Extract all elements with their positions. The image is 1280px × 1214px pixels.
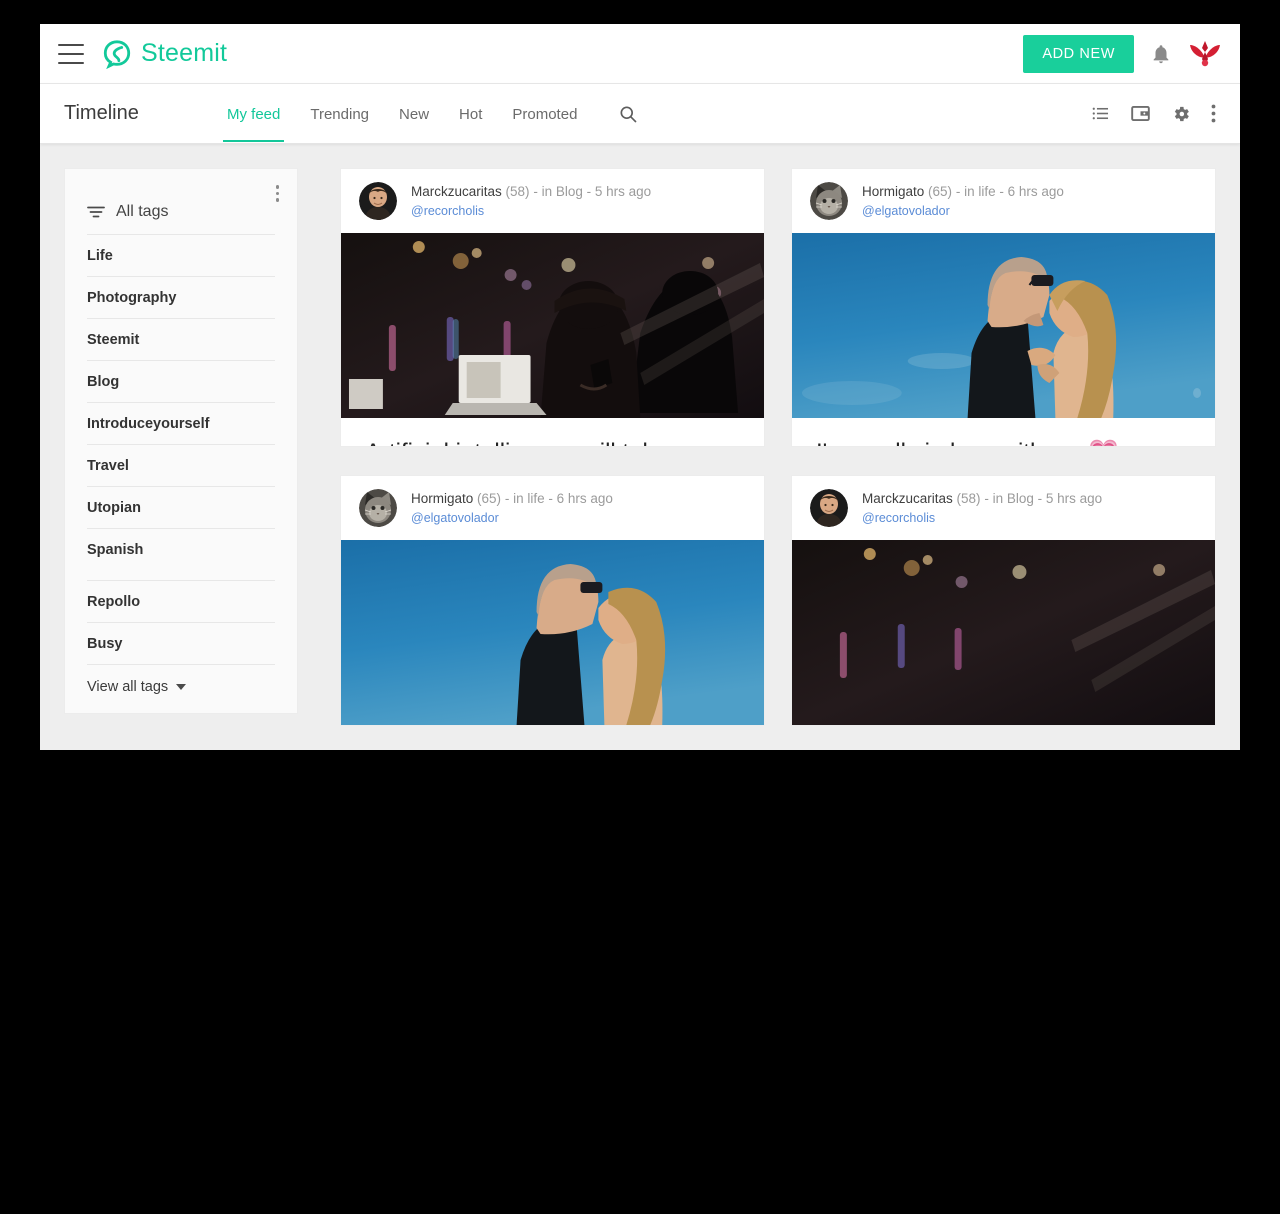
add-new-button[interactable]: ADD NEW xyxy=(1023,34,1134,73)
post-meta: Hormigato (65) - in life - 6 hrs ago xyxy=(862,182,1064,202)
post-author-name[interactable]: Hormigato xyxy=(862,184,924,199)
post-author-name[interactable]: Marckzucaritas xyxy=(862,491,953,506)
filter-list-icon xyxy=(87,206,105,218)
sidebar-tag-repollo[interactable]: Repollo xyxy=(87,580,275,622)
nav-bar: Timeline My feed Trending New Hot Promot… xyxy=(40,84,1240,144)
steemit-app-window: Steemit ADD NEW Timeline My feed Trendin… xyxy=(40,24,1240,750)
tag-list: Life Photography Steemit Blog Introducey… xyxy=(65,234,297,664)
brand-name: Steemit xyxy=(141,39,228,67)
cat-avatar-icon[interactable] xyxy=(359,489,397,527)
post-author-reputation: (65) xyxy=(477,491,502,507)
cat-avatar-icon[interactable] xyxy=(810,182,848,220)
post-author-handle[interactable]: @recorcholis xyxy=(411,202,651,220)
night-city-laptop-photo[interactable] xyxy=(341,233,764,418)
nav-bar-tools xyxy=(1091,103,1216,124)
search-icon[interactable] xyxy=(618,104,638,124)
post-meta: Marckzucaritas (58) - in Blog - 5 hrs ag… xyxy=(411,182,651,202)
more-vertical-icon[interactable] xyxy=(1211,104,1216,123)
post-author-reputation: (58) xyxy=(505,184,530,200)
post-author-reputation: (58) xyxy=(956,491,981,507)
main-content: All tags Life Photography Steemit Blog I… xyxy=(40,144,1240,750)
settings-gear-icon[interactable] xyxy=(1171,104,1191,124)
sidebar-tag-blog[interactable]: Blog xyxy=(87,360,275,402)
steemit-logo-icon xyxy=(103,39,131,69)
post-author-name[interactable]: Marckzucaritas xyxy=(411,184,502,199)
post-context: - in life - 6 hrs ago xyxy=(504,491,613,507)
all-tags-header: All tags xyxy=(65,169,297,234)
sidebar-tag-busy[interactable]: Busy xyxy=(87,622,275,664)
view-all-tags-label: View all tags xyxy=(87,679,169,695)
sidebar-tag-photography[interactable]: Photography xyxy=(87,276,275,318)
post-title[interactable]: Artificial intelligence will take away y… xyxy=(365,438,740,446)
post-body: Artificial intelligence will take away y… xyxy=(341,418,764,446)
post-card[interactable]: Marckzucaritas (58) - in Blog - 5 hrs ag… xyxy=(791,475,1216,726)
post-meta: Marckzucaritas (58) - in Blog - 5 hrs ag… xyxy=(862,489,1102,509)
post-body: I'm madly in love with you💗 I like you v… xyxy=(792,418,1215,446)
post-header: Hormigato (65) - in life - 6 hrs ago @el… xyxy=(792,169,1215,233)
chevron-down-icon xyxy=(176,684,187,690)
couple-blue-sky-photo[interactable] xyxy=(341,540,764,725)
post-feed: Marckzucaritas (58) - in Blog - 5 hrs ag… xyxy=(340,168,1216,726)
view-all-tags-button[interactable]: View all tags xyxy=(87,664,275,695)
wallet-card-icon[interactable] xyxy=(1130,103,1151,124)
tab-hot[interactable]: Hot xyxy=(444,86,497,142)
man-avatar-icon[interactable] xyxy=(810,489,848,527)
sidebar-tag-spanish[interactable]: Spanish xyxy=(87,528,275,570)
post-card[interactable]: Hormigato (65) - in life - 6 hrs ago @el… xyxy=(791,168,1216,447)
list-view-icon[interactable] xyxy=(1091,104,1110,123)
user-avatar-icon[interactable] xyxy=(1188,39,1222,69)
post-author-handle[interactable]: @elgatovolador xyxy=(862,202,1064,220)
post-card[interactable]: Hormigato (65) - in life - 6 hrs ago @el… xyxy=(340,475,765,726)
tab-my-feed[interactable]: My feed xyxy=(212,86,295,142)
notification-bell-icon[interactable] xyxy=(1150,43,1172,65)
post-author-name[interactable]: Hormigato xyxy=(411,491,473,506)
post-context: - in life - 6 hrs ago xyxy=(955,184,1064,200)
brand[interactable]: Steemit xyxy=(102,39,227,69)
post-author-handle[interactable]: @elgatovolador xyxy=(411,509,613,527)
page-title: Timeline xyxy=(64,102,139,124)
tab-new[interactable]: New xyxy=(384,86,444,142)
sidebar-tag-life[interactable]: Life xyxy=(87,234,275,276)
sidebar-more-vertical-icon[interactable] xyxy=(272,181,284,206)
post-context: - in Blog - 5 hrs ago xyxy=(533,184,652,200)
post-card[interactable]: Marckzucaritas (58) - in Blog - 5 hrs ag… xyxy=(340,168,765,447)
post-meta: Hormigato (65) - in life - 6 hrs ago xyxy=(411,489,613,509)
post-context: - in Blog - 5 hrs ago xyxy=(984,491,1103,507)
post-author-block: Hormigato (65) - in life - 6 hrs ago @el… xyxy=(411,489,613,527)
all-tags-label: All tags xyxy=(116,203,169,220)
post-header: Marckzucaritas (58) - in Blog - 5 hrs ag… xyxy=(792,476,1215,540)
post-author-reputation: (65) xyxy=(928,184,953,200)
post-header: Marckzucaritas (58) - in Blog - 5 hrs ag… xyxy=(341,169,764,233)
feed-tabs: My feed Trending New Hot Promoted xyxy=(212,86,592,142)
sidebar-tag-utopian[interactable]: Utopian xyxy=(87,486,275,528)
sidebar-tag-steemit[interactable]: Steemit xyxy=(87,318,275,360)
tags-sidebar: All tags Life Photography Steemit Blog I… xyxy=(64,168,298,714)
top-bar-actions: ADD NEW xyxy=(1023,34,1222,73)
post-header: Hormigato (65) - in life - 6 hrs ago @el… xyxy=(341,476,764,540)
hamburger-menu-icon[interactable] xyxy=(58,43,84,64)
tab-trending[interactable]: Trending xyxy=(295,86,384,142)
night-city-laptop-photo[interactable] xyxy=(792,540,1215,725)
post-author-block: Marckzucaritas (58) - in Blog - 5 hrs ag… xyxy=(862,489,1102,527)
post-author-block: Marckzucaritas (58) - in Blog - 5 hrs ag… xyxy=(411,182,651,220)
sidebar-tag-introduceyourself[interactable]: Introduceyourself xyxy=(87,402,275,444)
couple-blue-sky-photo[interactable] xyxy=(792,233,1215,418)
post-title[interactable]: I'm madly in love with you💗 xyxy=(816,438,1191,446)
tab-promoted[interactable]: Promoted xyxy=(497,86,592,142)
sidebar-tag-travel[interactable]: Travel xyxy=(87,444,275,486)
top-bar: Steemit ADD NEW xyxy=(40,24,1240,84)
man-avatar-icon[interactable] xyxy=(359,182,397,220)
post-author-handle[interactable]: @recorcholis xyxy=(862,509,1102,527)
post-author-block: Hormigato (65) - in life - 6 hrs ago @el… xyxy=(862,182,1064,220)
